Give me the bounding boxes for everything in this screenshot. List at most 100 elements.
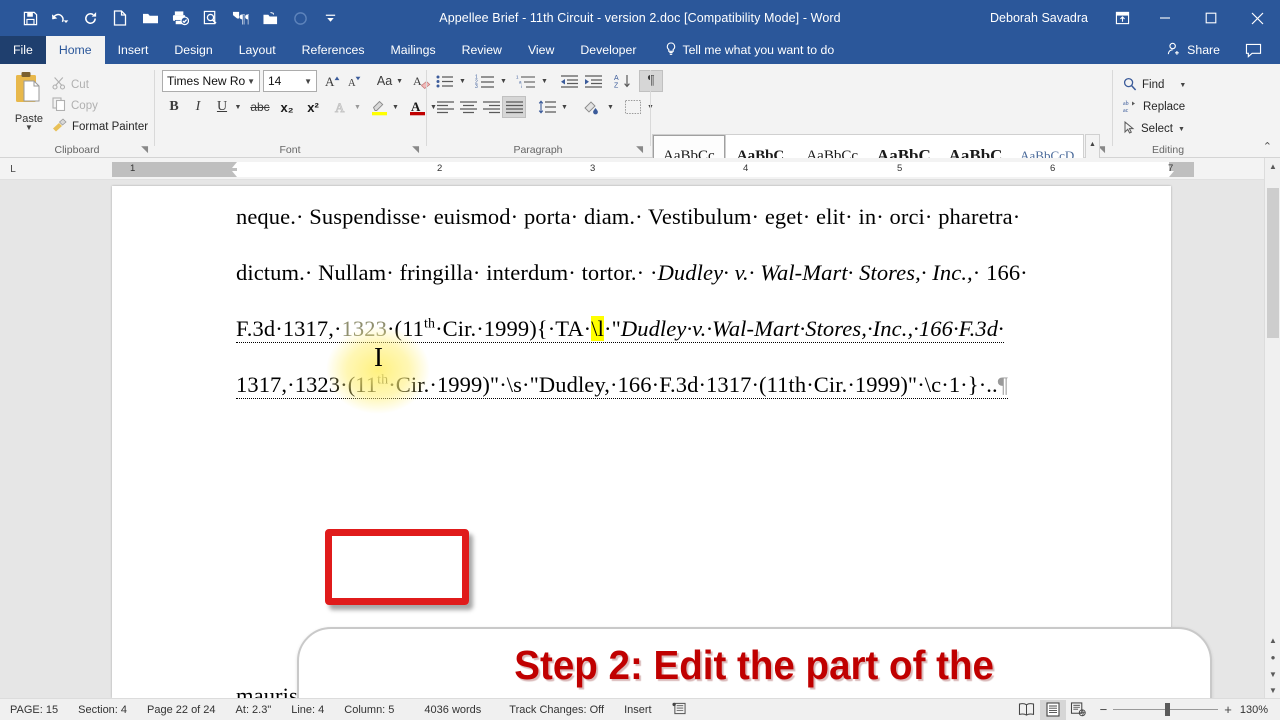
copy-button[interactable]: Copy [50, 95, 150, 116]
zoom-thumb[interactable] [1165, 703, 1170, 716]
decrease-indent-button[interactable] [557, 70, 581, 92]
select-caret-icon[interactable]: ▼ [1178, 126, 1185, 133]
minimize-button[interactable] [1142, 0, 1188, 36]
collapse-ribbon-icon[interactable]: ⌃ [1263, 140, 1272, 153]
comments-icon[interactable] [1245, 36, 1262, 64]
borders-button[interactable] [621, 96, 645, 118]
font-size-caret-icon[interactable]: ▼ [304, 77, 312, 86]
styles-scroll-up-icon[interactable]: ▲ [1089, 135, 1096, 153]
account-name[interactable]: Deborah Savadra [990, 11, 1088, 25]
find-caret-icon[interactable]: ▼ [1179, 82, 1186, 89]
superscript-button[interactable]: x² [301, 96, 325, 118]
bullets-caret-icon[interactable]: ▼ [456, 70, 469, 92]
redo-icon[interactable] [76, 5, 104, 31]
align-left-button[interactable] [433, 96, 457, 118]
zoom-out-button[interactable]: − [1100, 702, 1108, 717]
align-right-button[interactable] [479, 96, 503, 118]
multilevel-caret-icon[interactable]: ▼ [538, 70, 551, 92]
status-line[interactable]: Line: 4 [281, 704, 334, 716]
read-mode-button[interactable] [1014, 700, 1040, 720]
bullets-button[interactable] [433, 70, 457, 92]
paste-dropdown-caret-icon[interactable]: ▼ [25, 125, 33, 131]
tab-layout[interactable]: Layout [226, 36, 289, 64]
font-size-input[interactable]: 14 ▼ [263, 70, 317, 92]
justify-button[interactable] [502, 96, 526, 118]
status-page-of[interactable]: Page 22 of 24 [137, 704, 226, 716]
highlight-caret-icon[interactable]: ▼ [389, 96, 402, 118]
font-name-caret-icon[interactable]: ▼ [247, 77, 255, 86]
save-icon[interactable] [16, 5, 44, 31]
shading-button[interactable] [579, 96, 605, 118]
text-highlight-color-button[interactable] [367, 96, 391, 118]
sort-button[interactable]: AZ [611, 70, 635, 92]
tell-me-box[interactable]: Tell me what you want to do [649, 36, 834, 64]
macro-recording-icon[interactable] [662, 702, 697, 718]
find-button[interactable]: Find ▼ [1123, 74, 1186, 96]
first-line-indent-marker[interactable] [232, 162, 242, 168]
tab-insert[interactable]: Insert [105, 36, 162, 64]
next-page-icon[interactable]: ▼ [1265, 666, 1280, 682]
tab-file[interactable]: File [0, 36, 46, 64]
status-at-position[interactable]: At: 2.3" [226, 704, 282, 716]
scroll-up-icon[interactable]: ▲ [1265, 158, 1280, 174]
format-painter-button[interactable]: Format Painter [50, 116, 150, 137]
line-spacing-caret-icon[interactable]: ▼ [558, 96, 571, 118]
tab-selector-button[interactable]: L [4, 162, 22, 177]
web-layout-button[interactable] [1066, 700, 1092, 720]
tab-design[interactable]: Design [161, 36, 225, 64]
underline-caret-icon[interactable]: ▼ [231, 96, 245, 118]
paragraph-dialog-launcher[interactable]: ◥ [636, 144, 643, 155]
status-column[interactable]: Column: 5 [334, 704, 404, 716]
undo-icon[interactable] [46, 5, 74, 31]
scroll-down-icon[interactable]: ▼ [1265, 682, 1280, 698]
new-document-icon[interactable] [106, 5, 134, 31]
zoom-in-button[interactable]: + [1224, 702, 1232, 717]
zoom-slider[interactable]: − + [1100, 702, 1232, 717]
status-track-changes[interactable]: Track Changes: Off [491, 704, 614, 716]
select-browse-object-icon[interactable]: ● [1265, 649, 1280, 665]
close-button[interactable] [1234, 0, 1280, 36]
paste-button[interactable]: Paste ▼ [8, 70, 50, 142]
open-recent-icon[interactable] [256, 5, 284, 31]
multilevel-list-button[interactable]: 1ai [513, 70, 539, 92]
replace-button[interactable]: abac Replace [1123, 96, 1186, 118]
tab-developer[interactable]: Developer [567, 36, 649, 64]
right-indent-marker[interactable] [1164, 171, 1174, 177]
maximize-button[interactable] [1188, 0, 1234, 36]
text-effects-caret-icon[interactable]: ▼ [351, 96, 364, 118]
zoom-level-label[interactable]: 130% [1240, 704, 1280, 716]
status-page-label[interactable]: PAGE: 15 [0, 704, 68, 716]
align-center-button[interactable] [456, 96, 480, 118]
status-insert-mode[interactable]: Insert [614, 704, 662, 716]
ribbon-display-options-icon[interactable] [1102, 0, 1142, 36]
line-spacing-button[interactable] [535, 96, 559, 118]
vertical-scrollbar[interactable]: ▲ ▲ ● ▼ ▼ [1264, 158, 1280, 698]
status-section[interactable]: Section: 4 [68, 704, 137, 716]
tab-view[interactable]: View [515, 36, 567, 64]
print-preview-icon[interactable] [196, 5, 224, 31]
subscript-button[interactable]: x₂ [275, 96, 299, 118]
font-dialog-launcher[interactable]: ◥ [412, 144, 419, 155]
circle-icon[interactable] [286, 5, 314, 31]
scrollbar-thumb[interactable] [1267, 188, 1279, 338]
print-icon[interactable] [166, 5, 194, 31]
previous-page-icon[interactable]: ▲ [1265, 632, 1280, 648]
tab-references[interactable]: References [289, 36, 378, 64]
status-word-count[interactable]: 4036 words [404, 704, 491, 716]
change-case-button[interactable]: Aa ▼ [373, 70, 407, 92]
numbering-caret-icon[interactable]: ▼ [497, 70, 510, 92]
select-button[interactable]: Select ▼ [1123, 118, 1186, 140]
tab-home[interactable]: Home [46, 36, 105, 64]
open-folder-icon[interactable] [136, 5, 164, 31]
text-effects-button[interactable]: A [331, 96, 353, 118]
font-name-input[interactable]: Times New Ro ▼ [162, 70, 260, 92]
customize-qat-icon[interactable] [316, 5, 344, 31]
underline-button[interactable]: U [211, 96, 233, 118]
change-case-caret-icon[interactable]: ▼ [396, 78, 403, 85]
show-formatting-marks-icon[interactable]: ¶¶ [226, 5, 254, 31]
share-button[interactable]: Share [1167, 36, 1220, 64]
bold-button[interactable]: B [163, 96, 185, 118]
horizontal-ruler-track[interactable]: 1 2 3 4 5 6 7 [112, 162, 1194, 177]
clipboard-dialog-launcher[interactable]: ◥ [141, 144, 148, 155]
zoom-track[interactable] [1113, 709, 1218, 710]
